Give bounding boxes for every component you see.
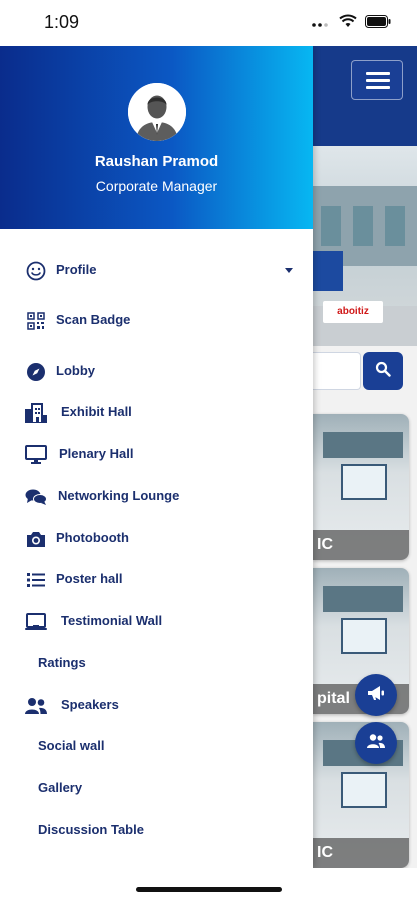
hero-window bbox=[321, 206, 341, 246]
chat-bubbles-icon bbox=[24, 486, 48, 508]
hero-window bbox=[353, 206, 373, 246]
menu-item-label: Scan Badge bbox=[56, 312, 131, 327]
menu-item-testimonial-wall[interactable]: Testimonial Wall bbox=[0, 604, 313, 640]
list-icon bbox=[24, 569, 48, 591]
announcement-fab[interactable] bbox=[355, 674, 397, 716]
menu-item-label: Ratings bbox=[38, 655, 86, 670]
qr-code-icon bbox=[24, 310, 48, 332]
building-icon bbox=[24, 402, 48, 424]
hamburger-menu-button[interactable] bbox=[351, 60, 403, 100]
laptop-icon bbox=[24, 611, 48, 633]
booth-screen bbox=[341, 618, 387, 654]
megaphone-icon bbox=[366, 684, 386, 707]
search-row bbox=[313, 352, 417, 392]
menu-item-label: Plenary Hall bbox=[59, 446, 134, 461]
menu-item-ratings[interactable]: Ratings bbox=[0, 646, 313, 682]
compass-icon bbox=[24, 361, 48, 383]
menu-item-poster-hall[interactable]: Poster hall bbox=[0, 562, 313, 598]
menu-item-plenary-hall[interactable]: Plenary Hall bbox=[0, 437, 313, 473]
menu-item-discussion-table[interactable]: Discussion Table bbox=[0, 813, 313, 849]
menu-item-profile[interactable]: Profile bbox=[0, 253, 313, 289]
menu-item-speakers[interactable]: Speakers bbox=[0, 688, 313, 724]
search-icon bbox=[375, 361, 391, 382]
menu-item-label: Social wall bbox=[38, 738, 105, 753]
booth-screen bbox=[341, 772, 387, 808]
hero-booth bbox=[313, 251, 343, 291]
chevron-down-icon[interactable] bbox=[285, 268, 293, 273]
booth-wall bbox=[323, 432, 403, 458]
menu-item-scan-badge[interactable]: Scan Badge bbox=[0, 303, 313, 339]
menu-item-social-wall[interactable]: Social wall bbox=[0, 729, 313, 765]
app-header bbox=[313, 46, 417, 146]
menu-item-gallery[interactable]: Gallery bbox=[0, 771, 313, 807]
menu-item-label: Poster hall bbox=[56, 571, 123, 586]
user-name: Raushan Pramod bbox=[94, 153, 219, 170]
menu-item-photobooth[interactable]: Photobooth bbox=[0, 521, 313, 557]
users-icon bbox=[366, 733, 386, 754]
menu-item-label: Networking Lounge bbox=[58, 488, 180, 503]
home-indicator[interactable] bbox=[136, 887, 282, 892]
hamburger-line bbox=[366, 79, 390, 82]
menu-item-label: Testimonial Wall bbox=[61, 613, 163, 628]
networking-fab[interactable] bbox=[355, 722, 397, 764]
home-indicator-bar bbox=[0, 868, 417, 900]
status-icons bbox=[311, 14, 391, 33]
menu-item-label: Speakers bbox=[61, 697, 119, 712]
booth-card[interactable]: IC bbox=[313, 414, 409, 560]
partial-menu-icon bbox=[27, 860, 41, 868]
menu-item-label: Discussion Table bbox=[38, 822, 144, 837]
menu-item-label: Profile bbox=[56, 262, 97, 277]
hero-sign: aboitiz bbox=[323, 301, 383, 323]
hamburger-line bbox=[366, 86, 390, 89]
booth-label: IC bbox=[313, 838, 409, 868]
user-role: Corporate Manager bbox=[95, 178, 218, 194]
signal-icon bbox=[311, 14, 331, 33]
wifi-icon bbox=[339, 14, 357, 33]
search-input[interactable] bbox=[313, 352, 361, 390]
users-icon bbox=[24, 695, 48, 717]
menu-item-exhibit-hall[interactable]: Exhibit Hall bbox=[0, 395, 313, 431]
avatar[interactable] bbox=[128, 83, 186, 141]
menu-item-networking-lounge[interactable]: Networking Lounge bbox=[0, 479, 313, 515]
navigation-drawer: Raushan Pramod Corporate Manager Profile… bbox=[0, 46, 313, 868]
status-time: 1:09 bbox=[44, 12, 80, 32]
hamburger-line bbox=[366, 72, 390, 75]
booth-label: IC bbox=[313, 530, 409, 560]
menu-item-label: Lobby bbox=[56, 363, 95, 378]
monitor-icon bbox=[24, 444, 48, 466]
smile-icon bbox=[24, 260, 48, 282]
hero-window bbox=[385, 206, 405, 246]
drawer-header: Raushan Pramod Corporate Manager bbox=[0, 46, 313, 229]
booth-screen bbox=[341, 464, 387, 500]
status-bar: 1:09 bbox=[0, 0, 417, 46]
battery-icon bbox=[365, 14, 391, 33]
menu-item-label: Exhibit Hall bbox=[61, 404, 132, 419]
booth-wall bbox=[323, 586, 403, 612]
menu-item-label: Gallery bbox=[38, 780, 83, 795]
lobby-hero-image: aboitiz bbox=[313, 146, 417, 346]
menu-item-label: Photobooth bbox=[56, 530, 129, 545]
menu-item-lobby[interactable]: Lobby bbox=[0, 354, 313, 390]
background-app: aboitiz IC pital IC bbox=[313, 46, 417, 868]
camera-icon bbox=[24, 528, 48, 550]
search-button[interactable] bbox=[363, 352, 403, 390]
